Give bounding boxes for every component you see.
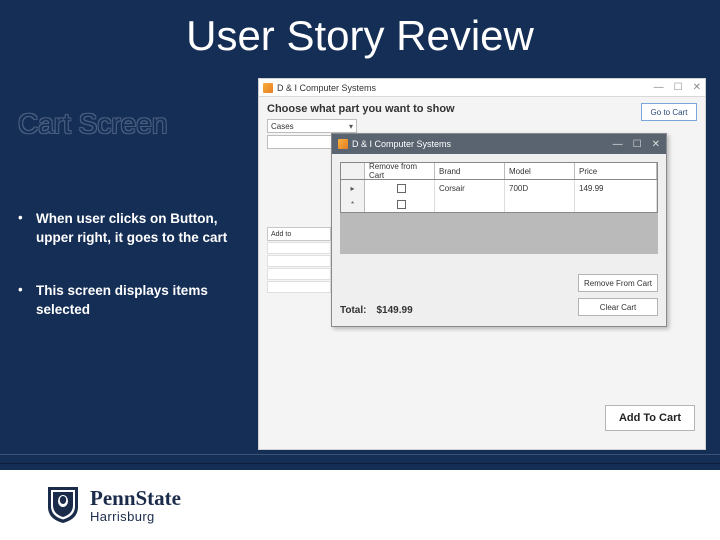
col-model[interactable]: Model (505, 163, 575, 179)
bg-grid-row (267, 242, 331, 254)
total-row: Total: $149.99 (340, 305, 413, 316)
go-to-cart-button[interactable]: Go to Cart (641, 103, 697, 121)
row-selector-icon[interactable]: ▸ (341, 180, 365, 196)
app-screenshot: D & I Computer Systems — ☐ ✕ Choose what… (258, 78, 706, 450)
minimize-icon[interactable]: — (654, 82, 664, 93)
table-row[interactable]: ▸ Corsair 700D 149.99 (341, 180, 657, 196)
table-row[interactable]: * (341, 196, 657, 212)
col-brand[interactable]: Brand (435, 163, 505, 179)
grid-header-row: Remove from Cart Brand Model Price (340, 162, 658, 180)
col-price[interactable]: Price (575, 163, 657, 179)
slide-divider (0, 454, 720, 464)
app-icon (263, 83, 273, 93)
checkbox[interactable] (397, 184, 406, 193)
university-text: PennState Harrisburg (90, 488, 181, 523)
outer-window-title: D & I Computer Systems (277, 83, 376, 93)
grid-body: ▸ Corsair 700D 149.99 * (340, 180, 658, 213)
close-icon[interactable]: ✕ (652, 139, 660, 150)
grid-empty-area (340, 213, 658, 254)
slide-title: User Story Review (0, 0, 720, 60)
close-icon[interactable]: ✕ (693, 82, 701, 93)
cart-window-title: D & I Computer Systems (352, 139, 451, 149)
slide-footer: PennState Harrisburg (0, 470, 720, 540)
university-campus: Harrisburg (90, 510, 181, 523)
remove-from-cart-button[interactable]: Remove From Cart (578, 274, 658, 292)
university-name: PennState (90, 488, 181, 509)
bullet-item: • This screen displays items selected (18, 282, 248, 320)
total-label: Total: (340, 305, 366, 316)
bullet-dot-icon: • (18, 210, 36, 248)
bg-grid-header: Add to (267, 227, 331, 241)
app-icon (338, 139, 348, 149)
cell-price (575, 196, 657, 212)
chevron-down-icon: ▾ (349, 122, 353, 131)
cart-window-titlebar: D & I Computer Systems — ☐ ✕ (332, 134, 666, 154)
bullet-dot-icon: • (18, 282, 36, 320)
bullet-text: When user clicks on Button, upper right,… (36, 210, 248, 248)
bullet-text: This screen displays items selected (36, 282, 248, 320)
cart-grid: Remove from Cart Brand Model Price ▸ Cor… (340, 162, 658, 254)
cell-remove[interactable] (365, 196, 435, 212)
add-to-cart-button[interactable]: Add To Cart (605, 405, 695, 431)
bg-grid-row (267, 281, 331, 293)
clear-cart-button[interactable]: Clear Cart (578, 298, 658, 316)
section-title: Cart Screen (18, 108, 167, 140)
bullet-list: • When user clicks on Button, upper righ… (18, 210, 248, 354)
grid-corner (341, 163, 365, 179)
cell-brand: Corsair (435, 180, 505, 196)
dropdown-value: Cases (271, 122, 294, 131)
maximize-icon[interactable]: ☐ (633, 139, 642, 150)
bg-grid-row (267, 268, 331, 280)
cell-remove[interactable] (365, 180, 435, 196)
bullet-item: • When user clicks on Button, upper righ… (18, 210, 248, 248)
cart-window: D & I Computer Systems — ☐ ✕ Remove from… (331, 133, 667, 327)
cell-model: 700D (505, 180, 575, 196)
cell-model (505, 196, 575, 212)
minimize-icon[interactable]: — (613, 139, 623, 150)
chooser-label: Choose what part you want to show (267, 103, 697, 115)
part-dropdown-1[interactable]: Cases ▾ (267, 119, 357, 133)
outer-window-titlebar: D & I Computer Systems — ☐ ✕ (259, 79, 705, 97)
col-remove[interactable]: Remove from Cart (365, 163, 435, 179)
row-new-icon[interactable]: * (341, 196, 365, 212)
pennstate-shield-icon (46, 485, 80, 525)
checkbox[interactable] (397, 200, 406, 209)
cart-body: Remove from Cart Brand Model Price ▸ Cor… (332, 154, 666, 326)
total-value: $149.99 (376, 305, 412, 316)
maximize-icon[interactable]: ☐ (674, 82, 683, 93)
cell-price: 149.99 (575, 180, 657, 196)
background-grid: Add to (267, 227, 331, 294)
cell-brand (435, 196, 505, 212)
bg-grid-row (267, 255, 331, 267)
